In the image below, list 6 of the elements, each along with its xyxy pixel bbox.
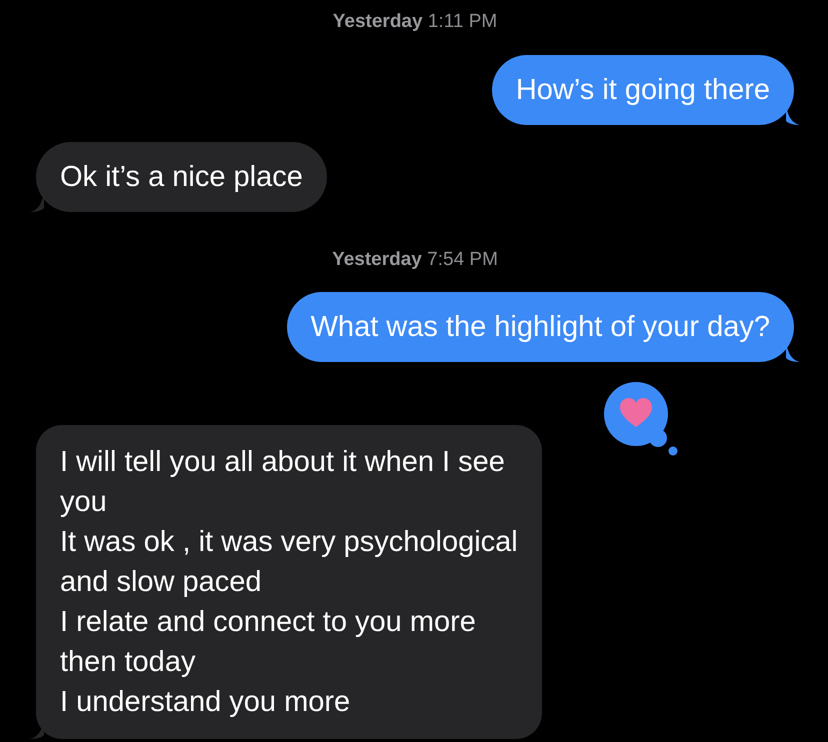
received-message-bubble: I will tell you all about it when I see you It was ok , it was very psychological and slow paced I relate and connect to you more then today I understand you more [36, 425, 542, 739]
timestamp: Yesterday 1:11 PM [332, 10, 498, 34]
timestamp: Yesterday 7:54 PM [331, 248, 499, 272]
received-message-bubble: Ok it’s a nice place [36, 142, 327, 212]
sent-message-bubble: What was the highlight of your day? [286, 292, 794, 362]
sent-message-bubble: How’s it going there [492, 55, 794, 125]
